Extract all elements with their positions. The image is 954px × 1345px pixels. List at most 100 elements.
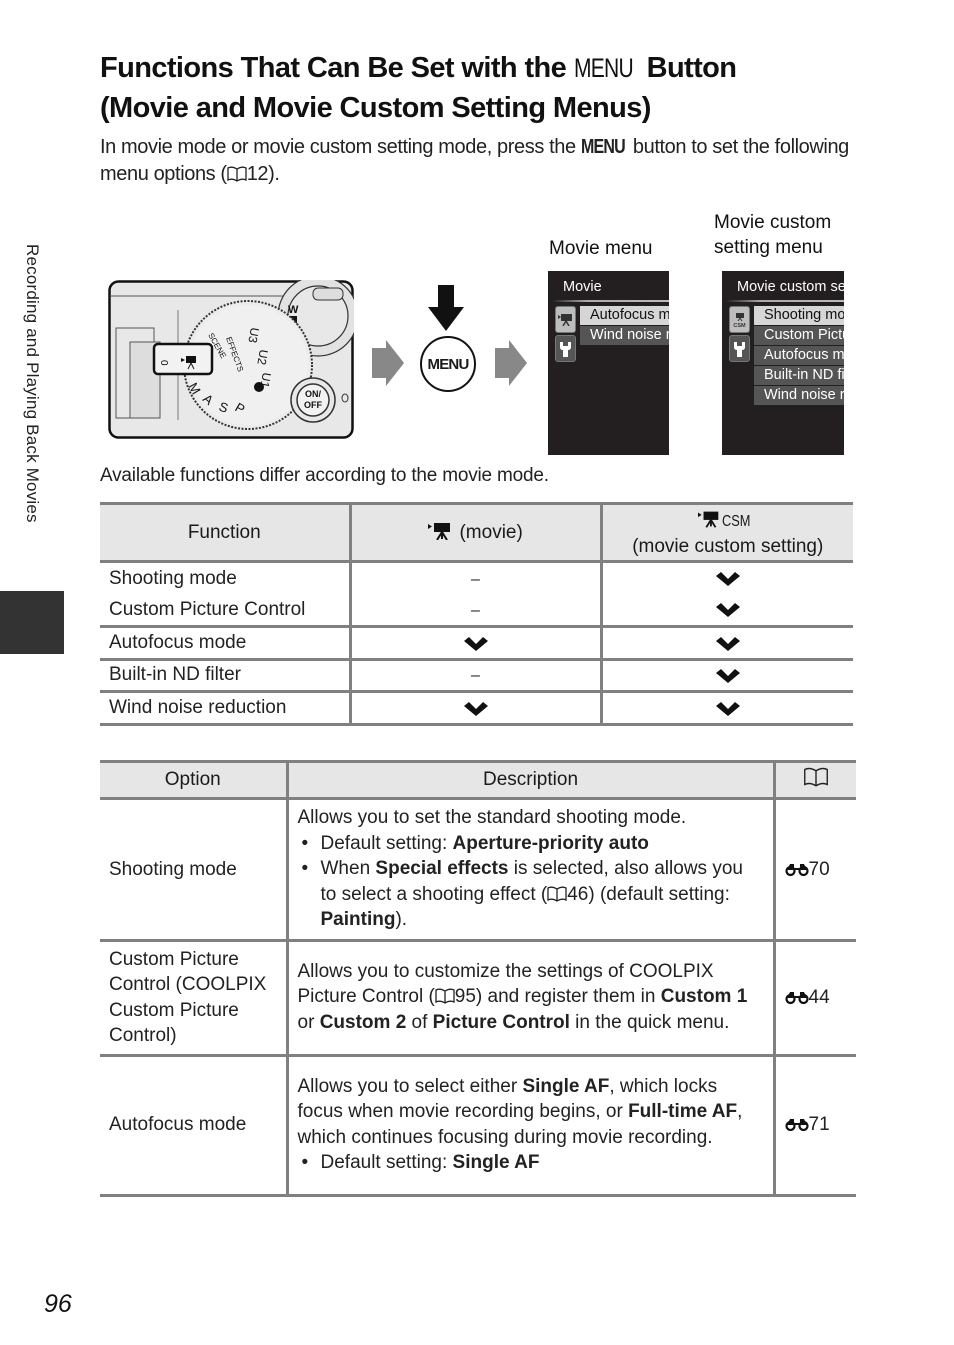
screen-menu-item[interactable]: Autofocus mode	[580, 306, 669, 325]
table-row: Wind noise reduction	[100, 690, 853, 724]
movie-custom-menu-label: Movie custom setting menu	[714, 210, 831, 260]
intro-text: ).	[268, 163, 280, 185]
dash: –	[471, 601, 480, 619]
check-icon	[715, 636, 740, 651]
svg-text:U2: U2	[254, 348, 271, 366]
function-name: Shooting mode	[100, 560, 350, 594]
page-title: Functions That Can Be Set with the MENU …	[100, 48, 900, 128]
page-reference[interactable]: 44	[809, 987, 830, 1008]
bold-text: Single AF	[452, 1152, 540, 1173]
movie-csm-mode-icon	[697, 511, 719, 528]
book-icon	[435, 988, 455, 1005]
option-description: Allows you to customize the settings of …	[285, 938, 774, 1055]
screen-menu-item[interactable]: Built-in ND filter	[754, 366, 844, 385]
svg-text:U3: U3	[245, 326, 262, 344]
wrench-icon[interactable]	[729, 335, 750, 362]
bold-text: Picture Control	[432, 1011, 570, 1033]
bold-text: Custom 1	[660, 986, 748, 1008]
text: ) and register them in	[475, 986, 661, 1008]
intro-text: In movie mode or movie custom setting mo…	[100, 136, 581, 158]
functions-table: Function (movie) CSM (movie custom setti…	[100, 502, 853, 726]
text: Default setting:	[320, 1152, 453, 1173]
column-header-description: Description	[285, 761, 774, 800]
arrow-right-icon	[495, 340, 527, 386]
bold-text: Painting	[320, 909, 396, 930]
option-name: Autofocus mode	[100, 1053, 287, 1195]
bold-text: Full-time AF	[628, 1101, 738, 1122]
svg-text:W: W	[288, 304, 299, 316]
page-reference[interactable]: 70	[809, 859, 830, 880]
intro-paragraph: In movie mode or movie custom setting mo…	[100, 134, 860, 188]
column-header-function: Function	[100, 503, 350, 563]
screen-menu-item[interactable]: Wind noise reduction	[580, 326, 669, 345]
table-row: Custom Picture Control (COOLPIX Custom P…	[100, 938, 856, 1055]
table-row: Shooting mode –	[100, 560, 853, 594]
bullet-item: Default setting: Single AF	[298, 1150, 764, 1176]
table-row: Shooting mode Allows you to set the stan…	[100, 798, 856, 940]
screen-menu-item[interactable]: Wind noise reduction	[754, 386, 844, 405]
text: When	[320, 858, 376, 879]
custom-available-cell	[599, 560, 853, 594]
check-icon	[715, 572, 740, 587]
page-reference[interactable]: 46	[567, 884, 588, 905]
custom-available-cell	[599, 690, 853, 724]
movie-available-cell	[348, 625, 601, 659]
screen-menu-item[interactable]: Custom Picture Control	[754, 326, 844, 345]
check-icon	[715, 701, 740, 716]
check-icon	[715, 603, 740, 618]
table-header-row: Function (movie) CSM (movie custom setti…	[100, 503, 853, 563]
column-header-custom: CSM (movie custom setting)	[599, 503, 853, 563]
wrench-icon[interactable]	[555, 335, 576, 362]
description-text: Allows you to set the standard shooting …	[297, 807, 687, 828]
screen-divider	[552, 300, 669, 302]
movie-unavailable-cell: –	[348, 594, 601, 627]
screen-menu-item[interactable]: Autofocus mode	[754, 346, 844, 365]
svg-text:OFF: OFF	[304, 400, 322, 410]
title-text: Button	[639, 52, 737, 84]
screen-title: Movie custom setting	[737, 279, 844, 295]
check-icon	[715, 669, 740, 684]
bold-text: Custom 2	[319, 1011, 407, 1033]
menu-button-figure: MENU	[420, 336, 476, 392]
reference-section-icon	[784, 991, 809, 1004]
book-icon	[803, 767, 828, 787]
page-reference[interactable]: 95	[455, 986, 476, 1007]
book-icon	[227, 166, 247, 182]
reference-cell[interactable]: 71	[772, 1053, 856, 1195]
title-text: Functions That Can Be Set with the	[100, 52, 574, 84]
column-header-reference	[772, 761, 856, 800]
movie-camera-icon[interactable]	[555, 306, 576, 333]
custom-available-cell	[599, 625, 853, 659]
movie-available-cell	[348, 690, 601, 724]
option-name: Shooting mode	[109, 858, 237, 880]
page-reference[interactable]: 12	[247, 163, 269, 185]
arrow-down-icon	[428, 285, 464, 331]
screen-title: Movie	[563, 279, 602, 295]
reference-cell[interactable]: 44	[772, 938, 856, 1055]
custom-available-cell	[599, 657, 853, 692]
side-tab-label: Recording and Playing Back Movies	[23, 244, 42, 523]
movie-csm-icon[interactable]: CSM	[729, 306, 750, 333]
movie-menu-screen: Movie Autofocus mode Wind noise reductio…	[548, 271, 669, 455]
header-csm-text: CSM	[721, 513, 751, 530]
column-header-movie: (movie)	[348, 503, 601, 563]
page-reference[interactable]: 71	[809, 1114, 830, 1135]
dash: –	[471, 570, 480, 588]
menu-button-glyph: MENU	[573, 53, 634, 83]
text: in the quick menu.	[569, 1011, 730, 1033]
title-subtitle: (Movie and Movie Custom Setting Menus)	[100, 92, 651, 124]
text: ).	[395, 909, 408, 930]
screen-menu-item[interactable]: Shooting mode	[754, 306, 844, 325]
table-header-row: Option Description	[100, 761, 856, 800]
page-number: 96	[44, 1290, 72, 1318]
column-header-option: Option	[100, 761, 287, 800]
text: of	[406, 1011, 433, 1033]
bold-text: Special effects	[375, 858, 509, 879]
custom-available-cell	[599, 594, 853, 627]
camera-illustration: W EFFECTS SCENE U3 U2 U1 P S A M 0 ON/ O…	[108, 280, 354, 439]
text: ) (default setting:	[588, 883, 730, 905]
reference-cell[interactable]: 70	[772, 798, 856, 940]
menu-button-glyph: MENU	[580, 136, 626, 158]
function-name: Autofocus mode	[100, 625, 350, 659]
svg-text:ON/: ON/	[305, 389, 322, 399]
